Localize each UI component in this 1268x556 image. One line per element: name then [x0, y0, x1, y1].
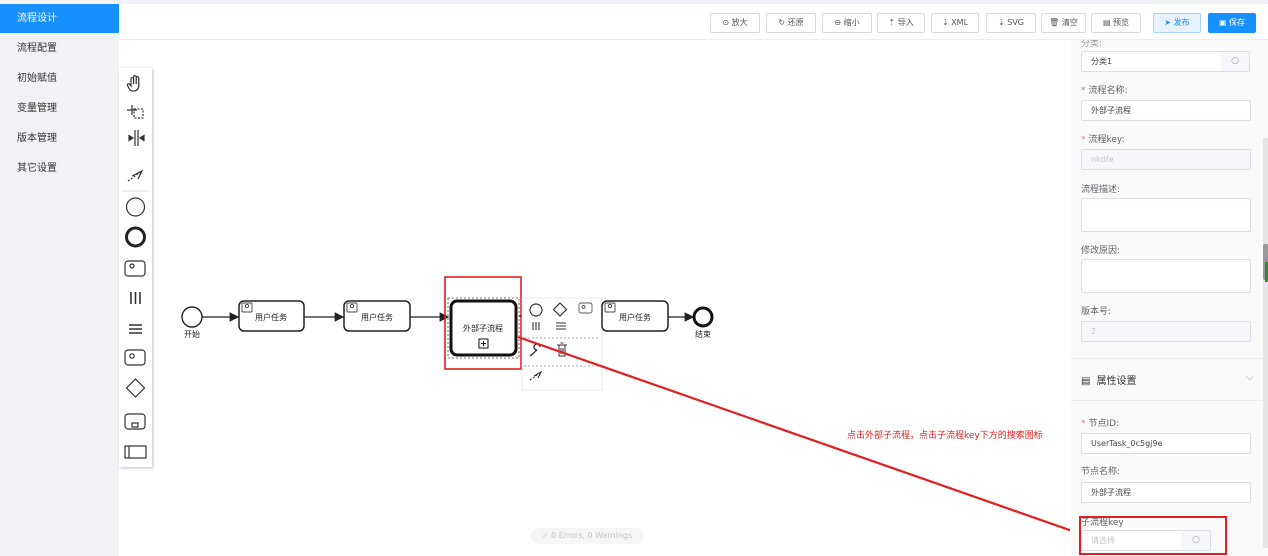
node-name-label: 节点名称:	[1081, 467, 1121, 477]
publish-button[interactable]: ➤ 发布	[1153, 13, 1201, 33]
restore-button[interactable]: ↻ 还原	[766, 13, 816, 33]
sidebar-item-process-design[interactable]: 流程设计	[0, 4, 119, 33]
version-label: 版本号:	[1081, 307, 1112, 317]
bpmn-canvas[interactable]: 开始 用户任务 用户任务 外部子流程 用户任务 结束	[152, 40, 1070, 556]
start-event-icon[interactable]	[125, 197, 146, 217]
sidebar-item-version-management[interactable]: 版本管理	[0, 124, 119, 153]
sidebar-item-other-settings[interactable]: 其它设置	[0, 154, 119, 183]
sidebar-item-variable-management[interactable]: 变量管理	[0, 94, 119, 123]
property-settings-header[interactable]: ▤ 属性设置	[1081, 372, 1136, 387]
node-id-label: * 节点ID:	[1081, 416, 1119, 429]
end-event[interactable]	[692, 306, 714, 328]
zoom-in-button[interactable]: ⊙ 放大	[710, 13, 760, 33]
sidebar-item-process-config[interactable]: 流程配置	[0, 34, 119, 63]
section-title: 属性设置	[1096, 376, 1137, 387]
category-label: 分类:	[1081, 40, 1103, 49]
description-label: 流程描述:	[1081, 185, 1121, 195]
user-task-icon[interactable]	[124, 260, 146, 277]
sidebar-nav: 流程设计 流程配置 初始赋值 变量管理 版本管理 其它设置	[0, 0, 119, 556]
preview-button[interactable]: ▤ 预览	[1091, 13, 1141, 33]
chevron-down-icon[interactable]: ⌵	[1246, 372, 1254, 383]
user-task-1-label: 用户任务	[255, 313, 287, 322]
user-task-3-label: 用户任务	[619, 313, 651, 322]
category-search-button[interactable]: ○	[1221, 51, 1250, 72]
process-name-label: * 流程名称:	[1081, 83, 1128, 96]
category-input[interactable]: 分类1	[1081, 51, 1222, 72]
section-divider-top	[1071, 358, 1263, 359]
service-task-icon[interactable]	[124, 349, 146, 366]
pool-icon[interactable]	[124, 445, 147, 459]
required-mark: *	[1081, 86, 1086, 96]
process-name-label-text: 流程名称:	[1088, 86, 1128, 96]
properties-panel: 分类: 分类1 ○ * 流程名称: 外部子流程 * 流程key: nkdfe 流程描…	[1071, 40, 1268, 556]
subprocess-icon[interactable]	[124, 413, 146, 430]
panel-scrollbar[interactable]	[1263, 138, 1268, 548]
list-lanes-icon[interactable]	[129, 324, 142, 334]
section-divider-bottom	[1071, 400, 1263, 401]
space-tool-icon[interactable]	[128, 130, 145, 146]
save-button[interactable]: ▣ 保存	[1208, 13, 1256, 33]
description-textarea[interactable]	[1081, 198, 1251, 232]
required-mark: *	[1081, 135, 1086, 145]
list-icon: ▤	[1081, 376, 1091, 387]
start-event-label: 开始	[184, 330, 200, 339]
process-key-input: nkdfe	[1081, 149, 1251, 170]
highlight-box-subprocess-key	[1079, 516, 1227, 555]
validation-status: ✓ 0 Errors, 0 Warnings	[531, 528, 643, 544]
start-event[interactable]	[181, 306, 203, 328]
pool-lanes-icon[interactable]	[130, 292, 141, 304]
required-mark: *	[1081, 419, 1086, 429]
import-button[interactable]: ⇡ 导入	[877, 13, 925, 33]
instruction-annotation: 点击外部子流程，点击子流程key下方的搜索图标	[847, 431, 1043, 441]
tool-palette	[119, 68, 152, 467]
context-pad	[521, 297, 603, 391]
clear-button[interactable]: 🗑 清空	[1041, 13, 1086, 33]
process-key-label: * 流程key:	[1081, 132, 1125, 145]
diagram-svg	[181, 276, 1070, 532]
process-key-label-text: 流程key:	[1088, 135, 1125, 145]
export-xml-button[interactable]: ⇣ XML	[931, 13, 979, 33]
node-id-input[interactable]: UserTask_0c5gj9e	[1081, 433, 1251, 454]
modify-reason-label: 修改原因:	[1081, 246, 1121, 256]
palette-icons	[122, 75, 149, 459]
version-input: 2	[1081, 321, 1251, 342]
hand-tool-icon[interactable]	[126, 75, 140, 92]
modify-reason-textarea[interactable]	[1081, 259, 1251, 293]
export-svg-button[interactable]: ⇣ SVG	[986, 13, 1036, 33]
lasso-tool-icon[interactable]	[127, 105, 144, 119]
gateway-icon[interactable]	[125, 378, 146, 398]
end-event-icon[interactable]	[125, 226, 146, 248]
end-event-label: 结束	[695, 330, 711, 339]
global-connect-icon[interactable]	[127, 169, 144, 182]
node-id-label-text: 节点ID:	[1088, 419, 1120, 429]
toolbar: ⊙ 放大 ↻ 还原 ⊖ 缩小 ⇡ 导入 ⇣ XML ⇣ SVG 🗑 清空 ▤ 预…	[119, 4, 1268, 40]
user-task-2-label: 用户任务	[361, 313, 393, 322]
node-name-input[interactable]: 外部子流程	[1081, 482, 1251, 503]
sidebar-item-initial-assignment[interactable]: 初始赋值	[0, 64, 119, 93]
search-icon: ○	[1231, 56, 1239, 66]
zoom-out-button[interactable]: ⊖ 缩小	[822, 13, 872, 33]
subprocess-label: 外部子流程	[463, 324, 503, 333]
process-name-input[interactable]: 外部子流程	[1081, 100, 1251, 121]
